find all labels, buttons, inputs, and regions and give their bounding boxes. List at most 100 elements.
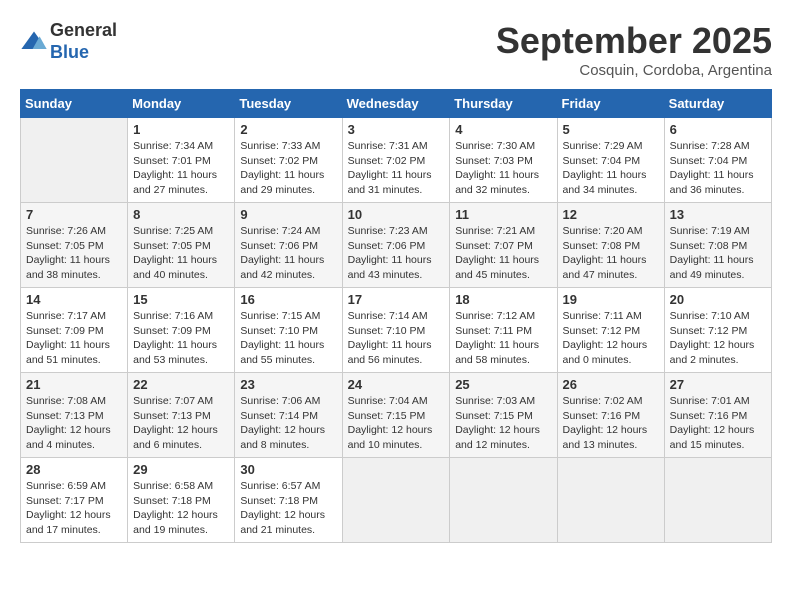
day-info: Sunrise: 7:21 AMSunset: 7:07 PMDaylight:…	[455, 224, 551, 283]
day-info: Sunrise: 7:31 AMSunset: 7:02 PMDaylight:…	[348, 139, 445, 198]
calendar-cell: 15 Sunrise: 7:16 AMSunset: 7:09 PMDayligh…	[128, 288, 235, 373]
day-number: 9	[240, 207, 336, 222]
day-number: 14	[26, 292, 122, 307]
calendar-cell: 17 Sunrise: 7:14 AMSunset: 7:10 PMDayligh…	[342, 288, 450, 373]
day-number: 26	[563, 377, 659, 392]
weekday-header-thursday: Thursday	[450, 90, 557, 118]
day-number: 25	[455, 377, 551, 392]
day-info: Sunrise: 7:26 AMSunset: 7:05 PMDaylight:…	[26, 224, 122, 283]
calendar-cell: 14Sunrise: 7:17 AMSunset: 7:09 PMDayligh…	[21, 288, 128, 373]
day-info: Sunrise: 7:16 AMSunset: 7:09 PMDaylight:…	[133, 309, 229, 368]
calendar-cell	[342, 458, 450, 543]
day-number: 13	[670, 207, 766, 222]
month-title: September 2025	[496, 20, 772, 62]
day-number: 15	[133, 292, 229, 307]
calendar-cell: 21 Sunrise: 7:08 AMSunset: 7:13 PMDayligh…	[21, 373, 128, 458]
week-row-3: 14Sunrise: 7:17 AMSunset: 7:09 PMDayligh…	[21, 288, 772, 373]
day-number: 21	[26, 377, 122, 392]
day-info: Sunrise: 7:20 AMSunset: 7:08 PMDaylight:…	[563, 224, 659, 283]
calendar-cell: 7 Sunrise: 7:26 AMSunset: 7:05 PMDaylight…	[21, 203, 128, 288]
day-number: 1	[133, 122, 229, 137]
day-info: Sunrise: 7:04 AMSunset: 7:15 PMDaylight:…	[348, 394, 445, 453]
calendar-cell: 10Sunrise: 7:23 AMSunset: 7:06 PMDayligh…	[342, 203, 450, 288]
calendar-cell: 22Sunrise: 7:07 AMSunset: 7:13 PMDayligh…	[128, 373, 235, 458]
day-info: Sunrise: 7:08 AMSunset: 7:13 PMDaylight:…	[26, 394, 122, 453]
day-number: 7	[26, 207, 122, 222]
day-number: 17	[348, 292, 445, 307]
calendar-cell: 28 Sunrise: 6:59 AMSunset: 7:17 PMDayligh…	[21, 458, 128, 543]
calendar-cell	[450, 458, 557, 543]
day-info: Sunrise: 7:06 AMSunset: 7:14 PMDaylight:…	[240, 394, 336, 453]
day-number: 24	[348, 377, 445, 392]
day-number: 2	[240, 122, 336, 137]
calendar-cell: 6 Sunrise: 7:28 AMSunset: 7:04 PMDaylight…	[664, 118, 771, 203]
day-info: Sunrise: 7:02 AMSunset: 7:16 PMDaylight:…	[563, 394, 659, 453]
calendar-cell: 11 Sunrise: 7:21 AMSunset: 7:07 PMDayligh…	[450, 203, 557, 288]
calendar-cell: 20Sunrise: 7:10 AMSunset: 7:12 PMDayligh…	[664, 288, 771, 373]
calendar-cell: 18Sunrise: 7:12 AMSunset: 7:11 PMDayligh…	[450, 288, 557, 373]
calendar-cell: 5 Sunrise: 7:29 AMSunset: 7:04 PMDaylight…	[557, 118, 664, 203]
location-text: Cosquin, Cordoba, Argentina	[496, 62, 772, 79]
day-number: 16	[240, 292, 336, 307]
day-number: 28	[26, 462, 122, 477]
day-info: Sunrise: 6:59 AMSunset: 7:17 PMDaylight:…	[26, 479, 122, 538]
day-number: 5	[563, 122, 659, 137]
weekday-header-monday: Monday	[128, 90, 235, 118]
calendar-cell: 23Sunrise: 7:06 AMSunset: 7:14 PMDayligh…	[235, 373, 342, 458]
title-block: September 2025 Cosquin, Cordoba, Argenti…	[496, 20, 772, 79]
calendar-cell: 1Sunrise: 7:34 AMSunset: 7:01 PMDaylight…	[128, 118, 235, 203]
day-info: Sunrise: 7:33 AMSunset: 7:02 PMDaylight:…	[240, 139, 336, 198]
day-number: 11	[455, 207, 551, 222]
day-info: Sunrise: 6:57 AMSunset: 7:18 PMDaylight:…	[240, 479, 336, 538]
day-number: 4	[455, 122, 551, 137]
week-row-2: 7 Sunrise: 7:26 AMSunset: 7:05 PMDaylight…	[21, 203, 772, 288]
weekday-header-saturday: Saturday	[664, 90, 771, 118]
week-row-5: 28 Sunrise: 6:59 AMSunset: 7:17 PMDayligh…	[21, 458, 772, 543]
calendar-cell: 13 Sunrise: 7:19 AMSunset: 7:08 PMDayligh…	[664, 203, 771, 288]
day-number: 27	[670, 377, 766, 392]
logo-blue-text: Blue	[50, 42, 117, 64]
weekday-header-sunday: Sunday	[21, 90, 128, 118]
day-number: 6	[670, 122, 766, 137]
calendar-cell: 24 Sunrise: 7:04 AMSunset: 7:15 PMDayligh…	[342, 373, 450, 458]
day-number: 19	[563, 292, 659, 307]
calendar-table: SundayMondayTuesdayWednesdayThursdayFrid…	[20, 89, 772, 543]
logo-general-text: General	[50, 20, 117, 42]
weekday-header-tuesday: Tuesday	[235, 90, 342, 118]
day-info: Sunrise: 7:19 AMSunset: 7:08 PMDaylight:…	[670, 224, 766, 283]
logo: General Blue	[20, 20, 117, 63]
weekday-header-friday: Friday	[557, 90, 664, 118]
week-row-4: 21 Sunrise: 7:08 AMSunset: 7:13 PMDayligh…	[21, 373, 772, 458]
day-info: Sunrise: 7:24 AMSunset: 7:06 PMDaylight:…	[240, 224, 336, 283]
day-info: Sunrise: 7:15 AMSunset: 7:10 PMDaylight:…	[240, 309, 336, 368]
calendar-cell: 12 Sunrise: 7:20 AMSunset: 7:08 PMDayligh…	[557, 203, 664, 288]
calendar-cell: 25Sunrise: 7:03 AMSunset: 7:15 PMDayligh…	[450, 373, 557, 458]
calendar-cell: 3 Sunrise: 7:31 AMSunset: 7:02 PMDaylight…	[342, 118, 450, 203]
day-number: 30	[240, 462, 336, 477]
calendar-cell: 19 Sunrise: 7:11 AMSunset: 7:12 PMDayligh…	[557, 288, 664, 373]
calendar-cell	[21, 118, 128, 203]
day-number: 8	[133, 207, 229, 222]
weekday-header-wednesday: Wednesday	[342, 90, 450, 118]
day-info: Sunrise: 7:11 AMSunset: 7:12 PMDaylight:…	[563, 309, 659, 368]
calendar-cell: 27 Sunrise: 7:01 AMSunset: 7:16 PMDayligh…	[664, 373, 771, 458]
day-number: 18	[455, 292, 551, 307]
weekday-header-row: SundayMondayTuesdayWednesdayThursdayFrid…	[21, 90, 772, 118]
calendar-cell	[664, 458, 771, 543]
calendar-cell: 4 Sunrise: 7:30 AMSunset: 7:03 PMDaylight…	[450, 118, 557, 203]
calendar-cell: 8Sunrise: 7:25 AMSunset: 7:05 PMDaylight…	[128, 203, 235, 288]
day-info: Sunrise: 7:30 AMSunset: 7:03 PMDaylight:…	[455, 139, 551, 198]
day-number: 20	[670, 292, 766, 307]
day-info: Sunrise: 7:28 AMSunset: 7:04 PMDaylight:…	[670, 139, 766, 198]
day-info: Sunrise: 7:01 AMSunset: 7:16 PMDaylight:…	[670, 394, 766, 453]
day-number: 12	[563, 207, 659, 222]
calendar-cell: 2 Sunrise: 7:33 AMSunset: 7:02 PMDaylight…	[235, 118, 342, 203]
calendar-cell: 29Sunrise: 6:58 AMSunset: 7:18 PMDayligh…	[128, 458, 235, 543]
day-info: Sunrise: 7:14 AMSunset: 7:10 PMDaylight:…	[348, 309, 445, 368]
day-info: Sunrise: 7:29 AMSunset: 7:04 PMDaylight:…	[563, 139, 659, 198]
day-number: 22	[133, 377, 229, 392]
calendar-cell: 16 Sunrise: 7:15 AMSunset: 7:10 PMDayligh…	[235, 288, 342, 373]
day-number: 10	[348, 207, 445, 222]
week-row-1: 1Sunrise: 7:34 AMSunset: 7:01 PMDaylight…	[21, 118, 772, 203]
day-number: 3	[348, 122, 445, 137]
